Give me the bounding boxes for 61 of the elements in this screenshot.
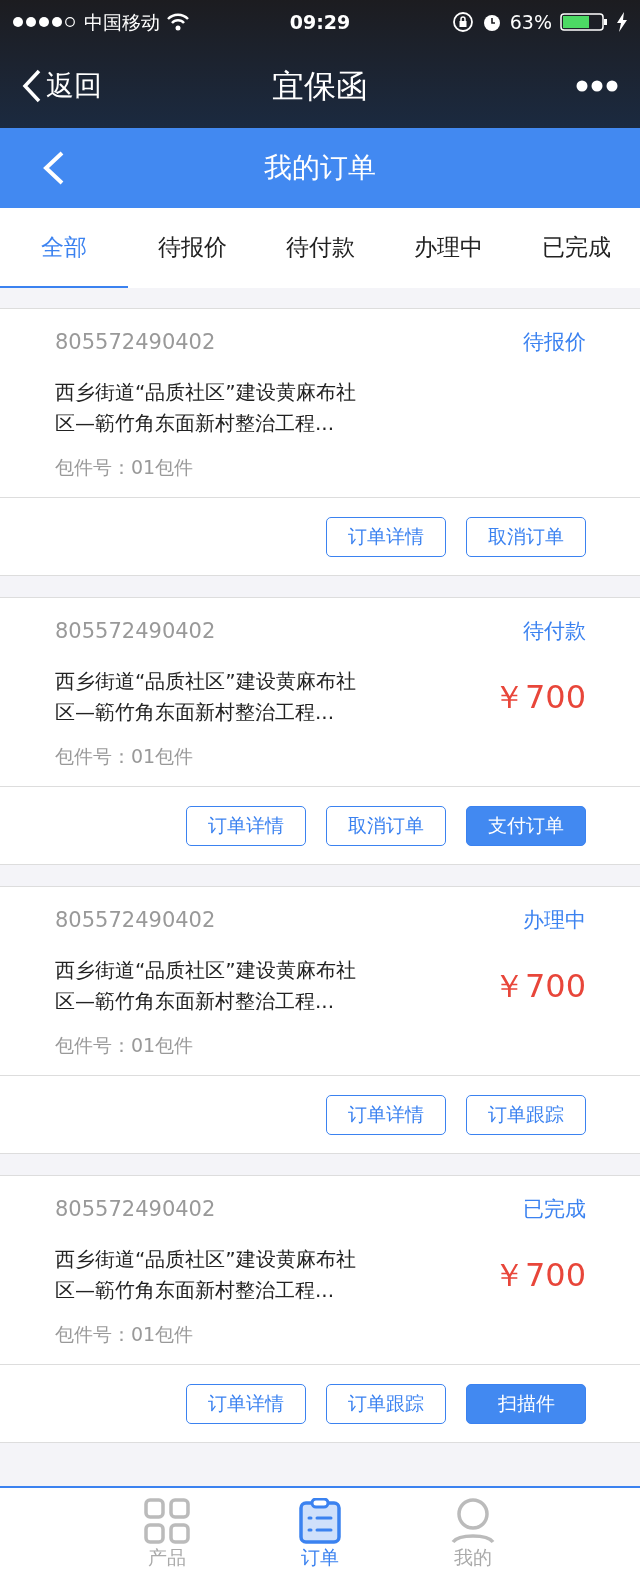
order-status: 待报价 [523,329,586,356]
app-title: 宜保函 [272,66,368,107]
filter-tab[interactable]: 全部 [0,208,128,288]
order-number: 805572490402 [55,907,216,934]
clock-time: 09:29 [289,9,351,35]
tab-bar-label: 产品 [147,1545,186,1570]
order-status: 办理中 [523,907,586,934]
back-chevron-icon [22,69,42,103]
filter-tab[interactable]: 已完成 [512,208,640,288]
tab-bar-item[interactable]: 产品 [90,1488,244,1582]
project-title: 西乡街道“品质社区”建设黄麻布社 [55,956,356,984]
order-number: 805572490402 [55,329,216,356]
rotation-lock-icon [451,11,474,33]
order-action-button[interactable]: 订单详情 [186,1383,306,1424]
project-title: 西乡街道“品质社区”建设黄麻布社 [55,1245,356,1273]
order-action-button[interactable]: 订单详情 [186,805,306,846]
order-action-button[interactable]: 订单详情 [326,516,446,557]
order-action-button[interactable]: 支付订单 [466,805,586,846]
charging-icon [616,12,628,32]
tab-bar-item[interactable]: 我的 [396,1488,550,1582]
project-title: 区—簕竹角东面新村整治工程... [55,409,336,437]
order-action-button[interactable]: 订单跟踪 [326,1383,446,1424]
order-number: 805572490402 [55,1196,216,1223]
tab-bar-item[interactable]: 订单 [243,1488,397,1582]
price: ￥700 [492,676,586,718]
grid-icon [143,1498,190,1544]
more-icon[interactable] [576,80,618,92]
order-action-button[interactable]: 订单详情 [326,1094,446,1135]
package-number: 包件号：01包件 [55,743,195,769]
tab-bar-label: 我的 [454,1545,493,1570]
price: ￥700 [492,1254,586,1296]
filter-tab[interactable]: 待报价 [128,208,256,288]
order-action-button[interactable]: 取消订单 [326,805,446,846]
signal-icon [12,15,78,29]
carrier-name: 中国移动 [84,9,160,35]
order-action-button[interactable]: 扫描件 [466,1383,586,1424]
filter-tab[interactable]: 办理中 [384,208,512,288]
wifi-icon [166,13,190,31]
project-title: 西乡街道“品质社区”建设黄麻布社 [55,378,356,406]
package-number: 包件号：01包件 [55,454,195,480]
project-title: 区—簕竹角东面新村整治工程... [55,698,336,726]
project-title: 区—簕竹角东面新村整治工程... [55,987,336,1015]
order-status: 待付款 [523,618,586,645]
order-action-button[interactable]: 订单跟踪 [466,1094,586,1135]
project-title: 西乡街道“品质社区”建设黄麻布社 [55,667,356,695]
person-icon [450,1498,497,1544]
project-title: 区—簕竹角东面新村整治工程... [55,1276,336,1304]
package-number: 包件号：01包件 [55,1321,195,1347]
clipboard-icon [299,1498,341,1544]
alarm-icon [481,12,502,32]
battery-percent: 63% [509,9,552,35]
battery-icon [560,12,608,32]
price: ￥700 [492,965,586,1007]
package-number: 包件号：01包件 [55,1032,195,1058]
order-action-button[interactable]: 取消订单 [466,516,586,557]
page-title: 我的订单 [264,150,376,186]
tab-bar-label: 订单 [301,1545,339,1570]
order-number: 805572490402 [55,618,216,645]
filter-tab[interactable]: 待付款 [256,208,384,288]
order-status: 已完成 [523,1196,586,1223]
back-button[interactable]: 返回 [22,65,102,107]
